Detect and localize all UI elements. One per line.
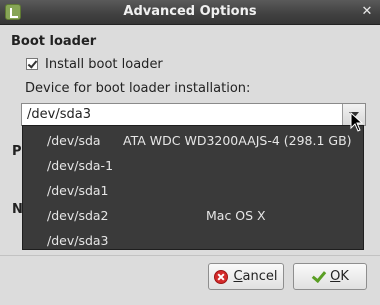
button-separator (0, 255, 380, 256)
option-description: Mac OS X (206, 208, 266, 223)
ok-label: OK (330, 269, 349, 284)
cancel-button[interactable]: Cancel (208, 263, 284, 290)
option-device: /dev/sda3 (47, 233, 109, 248)
cancel-label: Cancel (233, 269, 278, 284)
mouse-cursor-icon (350, 112, 364, 132)
device-dropdown-list[interactable]: /dev/sda ATA WDC WD3200AAJS-4 (298.1 GB)… (22, 125, 364, 250)
cancel-icon (214, 269, 229, 284)
device-label: Device for boot loader installation: (25, 81, 251, 96)
dropdown-option-sda-1[interactable]: /dev/sda-1 (23, 154, 363, 179)
device-combobox[interactable]: /dev/sda3 (21, 103, 366, 126)
option-device: /dev/sda (47, 133, 101, 148)
partial-label-behind: P (12, 144, 22, 159)
close-icon[interactable]: ✕ (359, 4, 375, 20)
section-title-boot-loader: Boot loader (11, 34, 97, 49)
install-boot-loader-checkbox-row[interactable]: Install boot loader (26, 56, 163, 72)
option-device: /dev/sda-1 (47, 158, 114, 173)
ok-button[interactable]: OK (293, 263, 367, 290)
dropdown-option-sda1[interactable]: /dev/sda1 (23, 179, 363, 204)
install-boot-loader-checkbox[interactable] (26, 58, 38, 70)
dropdown-option-sda2[interactable]: /dev/sda2 Mac OS X (23, 204, 363, 229)
option-device: /dev/sda1 (47, 183, 109, 198)
title-bar: Advanced Options ✕ (0, 0, 380, 25)
checkmark-icon (311, 270, 325, 284)
option-device: /dev/sda2 (47, 208, 109, 223)
dropdown-option-sda3[interactable]: /dev/sda3 (23, 229, 363, 254)
window-title: Advanced Options (123, 4, 257, 19)
install-boot-loader-label: Install boot loader (45, 56, 163, 72)
option-description: ATA WDC WD3200AAJS-4 (298.1 GB) (123, 133, 352, 148)
dropdown-option-sda[interactable]: /dev/sda ATA WDC WD3200AAJS-4 (298.1 GB) (23, 129, 363, 154)
combobox-value: /dev/sda3 (27, 107, 91, 122)
